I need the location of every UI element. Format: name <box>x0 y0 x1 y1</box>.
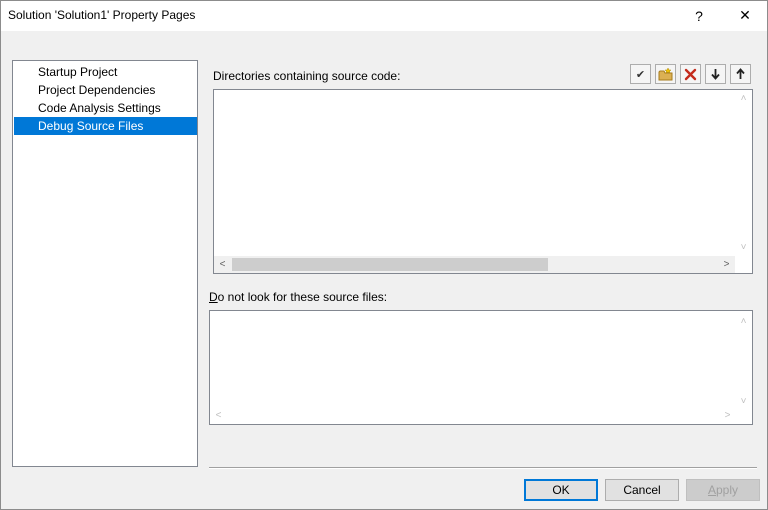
exclude-files-label-text: o not look for these source files: <box>217 290 388 304</box>
scroll-right-arrow[interactable]: > <box>719 407 736 424</box>
move-up-icon <box>736 68 745 79</box>
tree-item-startup-project[interactable]: Startup Project <box>14 63 197 81</box>
scroll-left-arrow[interactable]: < <box>210 407 227 424</box>
tree-item-project-dependencies[interactable]: Project Dependencies <box>14 81 197 99</box>
horizontal-scrollbar[interactable]: < > <box>214 256 735 273</box>
move-down-icon <box>711 69 720 80</box>
window-title: Solution 'Solution1' Property Pages <box>8 8 196 22</box>
tree-item-label: Startup Project <box>38 65 118 79</box>
scroll-down-arrow[interactable]: ˅ <box>735 239 752 256</box>
cancel-button[interactable]: Cancel <box>605 479 679 501</box>
title-bar: Solution 'Solution1' Property Pages ? ✕ <box>0 0 768 31</box>
move-up-button[interactable] <box>730 64 751 84</box>
tree-item-label: Code Analysis Settings <box>38 101 161 115</box>
close-button[interactable]: ✕ <box>722 0 768 31</box>
scroll-left-arrow[interactable]: < <box>214 256 231 273</box>
help-icon: ? <box>695 7 703 24</box>
tree-item-label: Project Dependencies <box>38 83 156 97</box>
ok-button[interactable]: OK <box>524 479 598 501</box>
scroll-up-arrow[interactable]: ˄ <box>735 90 752 107</box>
delete-button[interactable] <box>680 64 701 84</box>
exclude-files-textbox[interactable]: ˄ ˅ < > <box>209 310 753 425</box>
scroll-up-arrow[interactable]: ˄ <box>735 313 752 330</box>
move-down-button[interactable] <box>705 64 726 84</box>
scroll-down-arrow[interactable]: ˅ <box>735 393 752 410</box>
tree-item-code-analysis-settings[interactable]: Code Analysis Settings <box>14 99 197 117</box>
checkmark-icon: ✔ <box>635 68 646 81</box>
exclude-files-label: Do not look for these source files: <box>209 290 387 304</box>
footer-separator-highlight <box>209 468 757 469</box>
source-directories-label: Directories containing source code: <box>213 69 401 83</box>
vertical-scrollbar[interactable]: ˄ ˅ <box>735 311 752 424</box>
horizontal-scrollbar[interactable]: < > <box>210 407 736 424</box>
help-button[interactable]: ? <box>676 0 722 31</box>
access-key: A <box>707 483 716 497</box>
source-directories-list[interactable]: ˄ ˅ < > <box>213 89 753 274</box>
access-key: D <box>209 290 218 304</box>
scroll-right-arrow[interactable]: > <box>718 256 735 273</box>
delete-icon <box>684 68 697 80</box>
close-icon: ✕ <box>739 7 751 23</box>
apply-label: pply <box>716 483 739 497</box>
new-line-button[interactable] <box>655 64 676 84</box>
apply-button[interactable]: Apply <box>686 479 760 501</box>
vertical-scrollbar[interactable]: ˄ ˅ <box>735 90 752 256</box>
tree-item-debug-source-files[interactable]: Debug Source Files <box>14 117 197 135</box>
new-folder-icon <box>658 67 673 80</box>
property-pages-tree[interactable]: Startup Project Project Dependencies Cod… <box>12 60 198 467</box>
tree-item-label: Debug Source Files <box>38 119 144 133</box>
horizontal-scroll-thumb[interactable] <box>232 258 548 271</box>
check-entry-button[interactable]: ✔ <box>630 64 651 84</box>
